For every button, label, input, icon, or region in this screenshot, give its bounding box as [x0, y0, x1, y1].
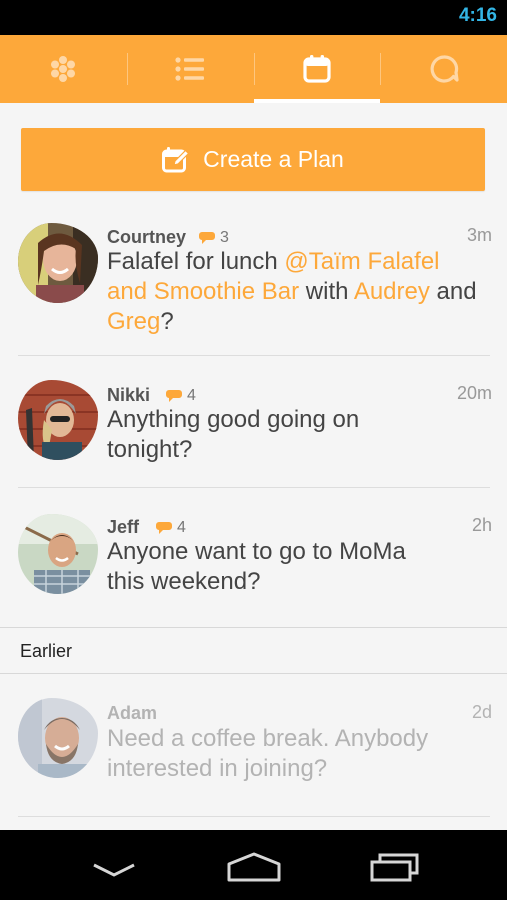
- divider: [18, 816, 490, 817]
- message-text: Anything good going on tonight?: [107, 406, 360, 463]
- author-name: Nikki: [107, 385, 151, 405]
- feed-item[interactable]: Courtney 3 3m Falafel for lunch @Taïm Fa…: [0, 210, 507, 356]
- author-name: Jeff: [107, 517, 140, 537]
- avatar: [18, 223, 98, 303]
- create-plan-button[interactable]: Create a Plan: [21, 128, 485, 191]
- section-divider: [0, 627, 507, 628]
- avatar: [18, 380, 98, 460]
- message-text-part: ?: [160, 308, 174, 335]
- author-name: Courtney: [107, 227, 187, 247]
- timestamp: 3m: [466, 225, 492, 245]
- message-text-part: with: [299, 278, 354, 305]
- calendar-icon: [303, 54, 331, 84]
- comment-bubble-icon: [166, 389, 182, 403]
- top-tab-bar: [0, 35, 507, 103]
- flower-dots-icon: [48, 54, 78, 84]
- comment-count-value: 3: [220, 229, 229, 246]
- mention-user-audrey[interactable]: Audrey: [354, 278, 430, 305]
- tab-chat[interactable]: [380, 35, 507, 103]
- comment-bubble-icon: [199, 231, 215, 245]
- avatar: [18, 514, 98, 594]
- tab-list[interactable]: [126, 35, 254, 103]
- timestamp: 2h: [471, 515, 492, 535]
- status-bar: 4:16: [0, 0, 507, 35]
- recent-apps-icon[interactable]: [370, 852, 420, 882]
- navigation-bar: [0, 830, 507, 900]
- chat-bubble-icon: [429, 54, 459, 84]
- status-time: 4:16: [458, 5, 497, 26]
- mention-user-greg[interactable]: Greg: [107, 308, 160, 335]
- comment-count: 4: [156, 519, 186, 537]
- timestamp: 20m: [456, 383, 492, 403]
- message-text-part: and: [429, 278, 477, 305]
- section-header-earlier: Earlier: [20, 641, 73, 661]
- comment-count-value: 4: [177, 519, 186, 536]
- comment-count: 3: [199, 229, 229, 247]
- back-chevron-icon[interactable]: [92, 862, 136, 878]
- comment-count-value: 4: [187, 387, 196, 404]
- comment-bubble-icon: [156, 521, 172, 535]
- message-text: Falafel for lunch @Taïm Falafel and Smoo…: [107, 247, 477, 337]
- message-text-part: Falafel for lunch: [107, 248, 285, 275]
- avatar: [18, 698, 98, 778]
- comment-count: 4: [166, 387, 196, 405]
- list-icon: [175, 56, 205, 82]
- home-icon[interactable]: [227, 852, 281, 882]
- author-name: Adam: [107, 703, 158, 723]
- message-text: Anyone want to go to MoMa this weekend?: [107, 538, 406, 595]
- timestamp: 2d: [471, 702, 492, 722]
- tab-plans[interactable]: [253, 35, 381, 103]
- feed-item[interactable]: Nikki 4 20m Anything good going on tonig…: [0, 356, 507, 488]
- edit-calendar-icon: [162, 146, 190, 173]
- create-plan-label: Create a Plan: [203, 146, 344, 172]
- message-text: Need a coffee break. Anybody interested …: [107, 725, 429, 782]
- feed-item[interactable]: Jeff 4 2h Anyone want to go to MoMa this…: [0, 488, 507, 628]
- tab-hub[interactable]: [0, 35, 127, 103]
- feed-item[interactable]: Adam 2d Need a coffee break. Anybody int…: [0, 674, 507, 814]
